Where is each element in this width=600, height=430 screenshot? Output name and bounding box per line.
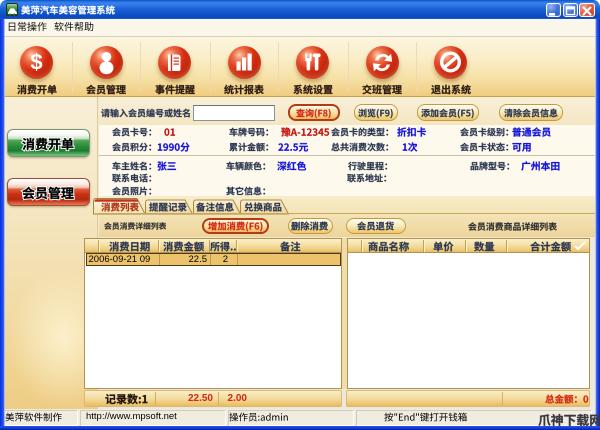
svg-text:$: $	[30, 50, 42, 75]
